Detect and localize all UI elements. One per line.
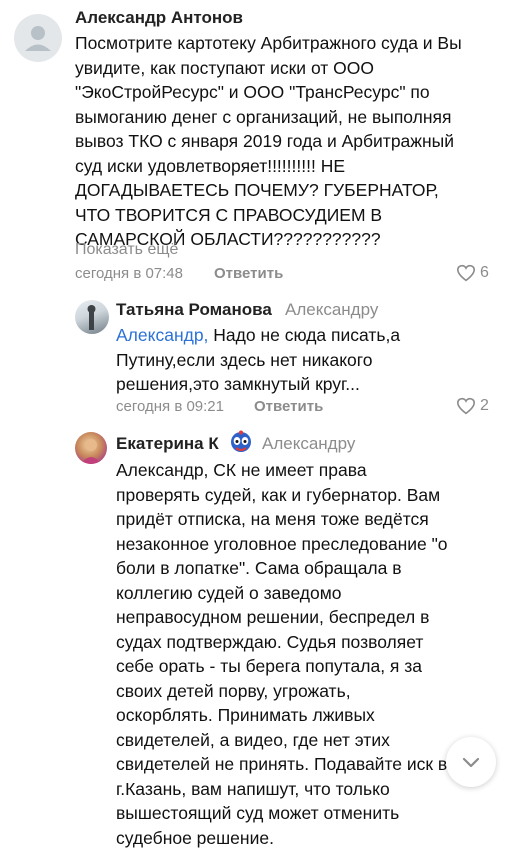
heart-icon: [456, 397, 476, 415]
reply-to-label[interactable]: Александру: [262, 434, 355, 454]
like-button[interactable]: 2: [456, 397, 489, 415]
comment-timestamp: сегодня в 09:21: [116, 398, 224, 415]
mask-emoji-icon: [229, 430, 253, 456]
mention-link[interactable]: Александр,: [116, 325, 208, 345]
user-photo-avatar: [87, 305, 96, 330]
reply-to-label[interactable]: Александру: [285, 300, 378, 320]
comment: Александр Антонов Посмотрите картотеку А…: [0, 0, 506, 290]
comment-text: Александр, Надо не сюда писать,а Путину,…: [116, 323, 416, 397]
avatar[interactable]: [75, 432, 107, 464]
like-button[interactable]: 6: [456, 264, 489, 282]
avatar[interactable]: [14, 14, 62, 62]
comment-text: Александр, СК не имеет права проверять с…: [116, 460, 448, 848]
reply-button[interactable]: Ответить: [254, 398, 323, 415]
show-more-link[interactable]: Показать ещё: [75, 241, 178, 259]
avatar[interactable]: [75, 300, 109, 334]
comment-text: Посмотрите картотеку Арбитражного суда и…: [75, 33, 462, 249]
chevron-down-icon: [462, 757, 480, 768]
like-count: 2: [480, 397, 489, 414]
comment-author[interactable]: Татьяна Романова: [116, 300, 272, 320]
like-count: 6: [480, 264, 489, 281]
user-photo-avatar: [81, 439, 101, 464]
reply-button[interactable]: Ответить: [214, 265, 283, 282]
reply-comment: Екатерина К Александру Александр, СК не …: [0, 420, 506, 848]
reply-comment: Татьяна Романова Александру Александр, Н…: [0, 290, 506, 420]
scroll-down-button[interactable]: [446, 737, 496, 787]
default-user-avatar-icon: [25, 26, 51, 51]
comment-author[interactable]: Екатерина К: [116, 434, 219, 454]
comment-timestamp: сегодня в 07:48: [75, 265, 183, 282]
comment-author[interactable]: Александр Антонов: [75, 8, 243, 28]
heart-icon: [456, 264, 476, 282]
